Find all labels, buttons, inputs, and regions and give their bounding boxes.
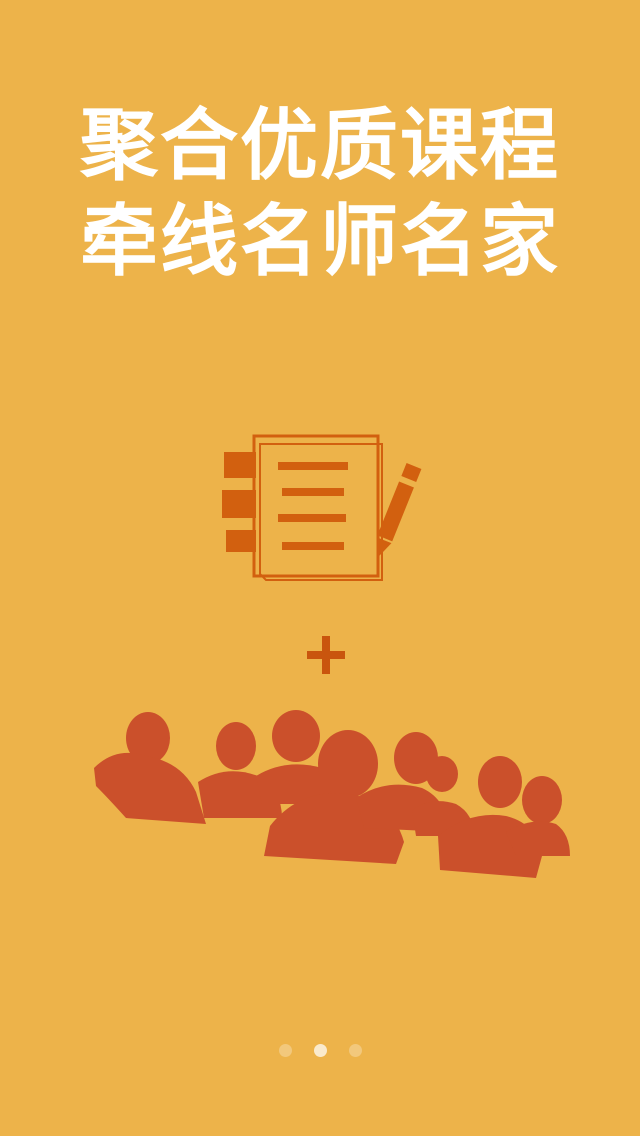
headline-line-2: 牵线名师名家 <box>79 197 560 287</box>
onboarding-screen[interactable]: 聚合优质课程 牵线名师名家 <box>0 0 640 1136</box>
page-dot-1[interactable] <box>278 1044 292 1057</box>
notebook-with-pen-icon <box>222 434 422 581</box>
page-dot-3[interactable] <box>348 1044 362 1057</box>
page-dot-2-active[interactable] <box>313 1044 327 1057</box>
audience-crowd-icon <box>94 710 570 878</box>
headline-line-1: 聚合优质课程 <box>79 101 560 191</box>
plus-icon <box>307 636 345 674</box>
onboarding-headline: 聚合优质课程 牵线名师名家 <box>0 98 640 290</box>
page-indicator[interactable] <box>0 1044 640 1060</box>
